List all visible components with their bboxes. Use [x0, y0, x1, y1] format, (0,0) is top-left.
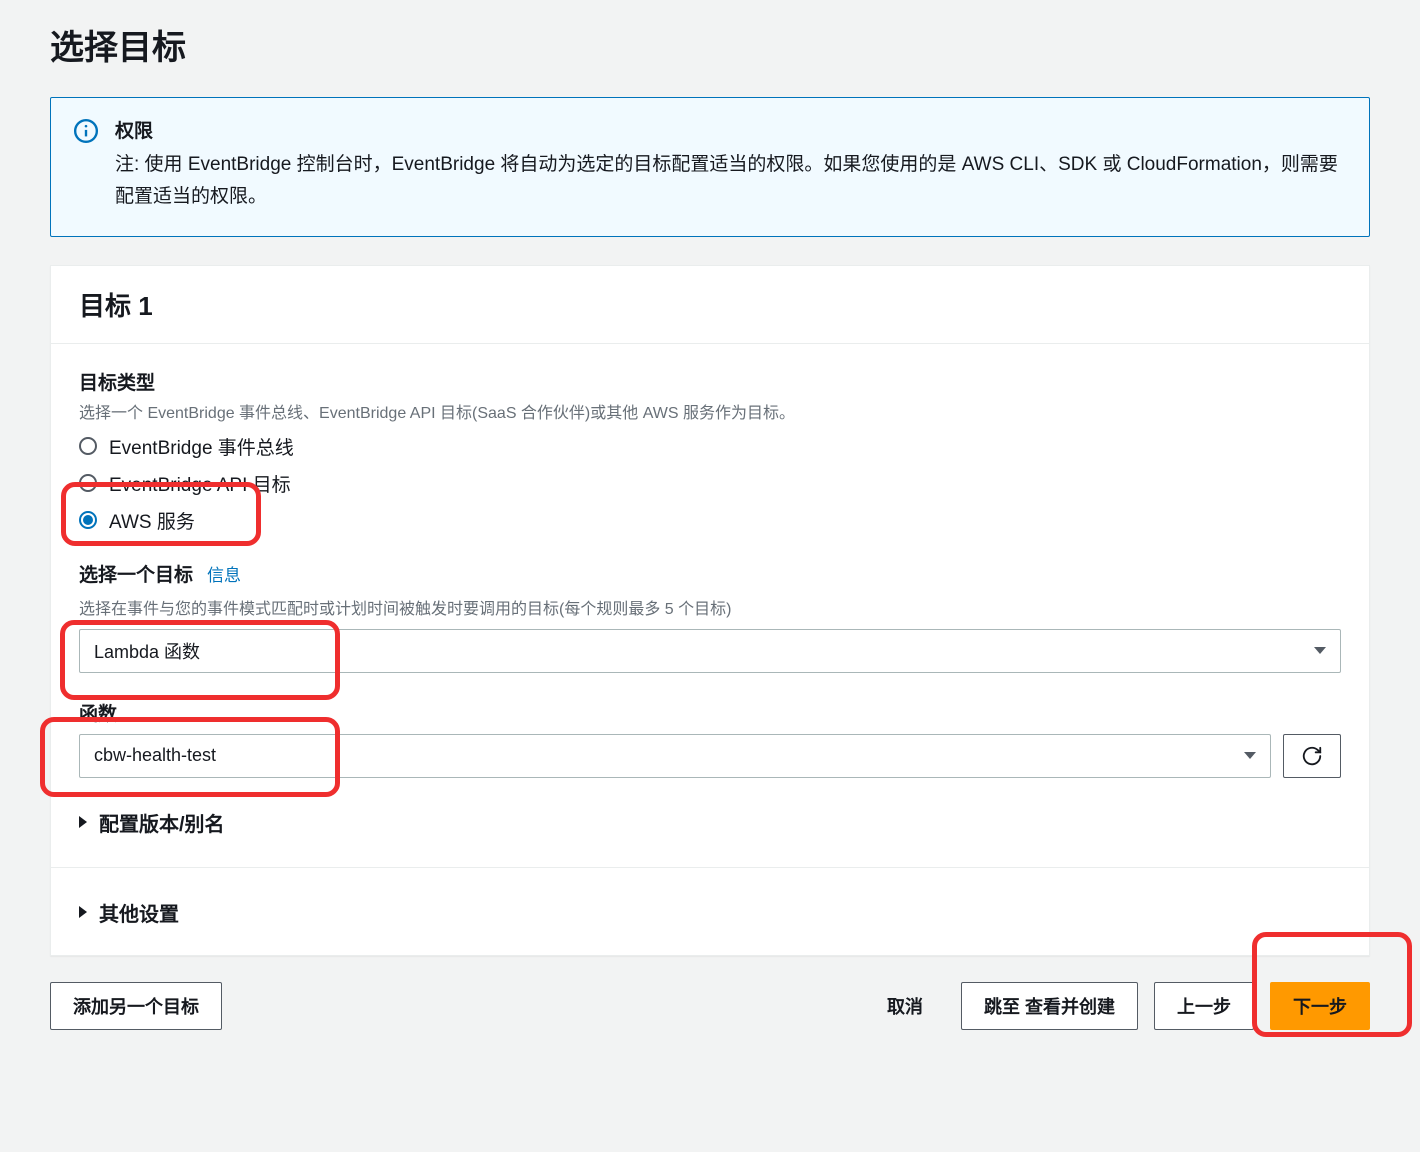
target-type-desc: 选择一个 EventBridge 事件总线、EventBridge API 目标… [79, 399, 1341, 423]
skip-to-review-button[interactable]: 跳至 查看并创建 [961, 982, 1138, 1030]
select-target-desc: 选择在事件与您的事件模式匹配时或计划时间被触发时要调用的目标(每个规则最多 5 … [79, 595, 1341, 619]
expand-label: 配置版本/别名 [99, 808, 225, 837]
other-settings-expander[interactable]: 其他设置 [79, 898, 1341, 927]
radio-label: EventBridge 事件总线 [109, 433, 294, 460]
target-type-radio-group: EventBridge 事件总线 EventBridge API 目标 AWS … [79, 433, 1341, 534]
cancel-button[interactable]: 取消 [865, 983, 945, 1029]
radio-aws-service[interactable]: AWS 服务 [79, 507, 1341, 534]
radio-icon [79, 511, 97, 529]
select-target-label: 选择一个目标 [79, 560, 193, 587]
radio-icon [79, 437, 97, 455]
info-icon [73, 118, 99, 144]
alert-title: 权限 [115, 116, 1347, 143]
footer-actions: 添加另一个目标 取消 跳至 查看并创建 上一步 下一步 [50, 982, 1370, 1030]
divider [51, 867, 1369, 868]
chevron-right-icon [79, 816, 87, 828]
radio-label: AWS 服务 [109, 507, 195, 534]
next-button[interactable]: 下一步 [1270, 982, 1370, 1030]
alert-text: 注: 使用 EventBridge 控制台时，EventBridge 将自动为选… [115, 149, 1347, 214]
chevron-down-icon [1244, 752, 1256, 759]
version-alias-expander[interactable]: 配置版本/别名 [79, 808, 1341, 837]
previous-button[interactable]: 上一步 [1154, 982, 1254, 1030]
refresh-button[interactable] [1283, 734, 1341, 778]
page-title: 选择目标 [50, 20, 1370, 69]
info-link[interactable]: 信息 [207, 561, 241, 586]
function-select[interactable]: cbw-health-test [79, 734, 1271, 778]
target-panel: 目标 1 目标类型 选择一个 EventBridge 事件总线、EventBri… [50, 265, 1370, 956]
chevron-right-icon [79, 906, 87, 918]
radio-eventbridge-api[interactable]: EventBridge API 目标 [79, 470, 1341, 497]
radio-eventbridge-bus[interactable]: EventBridge 事件总线 [79, 433, 1341, 460]
permissions-alert: 权限 注: 使用 EventBridge 控制台时，EventBridge 将自… [50, 97, 1370, 237]
target-service-select[interactable]: Lambda 函数 [79, 629, 1341, 673]
radio-icon [79, 474, 97, 492]
panel-title: 目标 1 [79, 286, 1341, 323]
select-value: cbw-health-test [94, 745, 216, 766]
select-value: Lambda 函数 [94, 638, 200, 664]
chevron-down-icon [1314, 647, 1326, 654]
target-type-label: 目标类型 [79, 368, 1341, 395]
radio-label: EventBridge API 目标 [109, 470, 291, 497]
function-label: 函数 [79, 699, 1341, 726]
add-another-target-button[interactable]: 添加另一个目标 [50, 982, 222, 1030]
expand-label: 其他设置 [99, 898, 179, 927]
